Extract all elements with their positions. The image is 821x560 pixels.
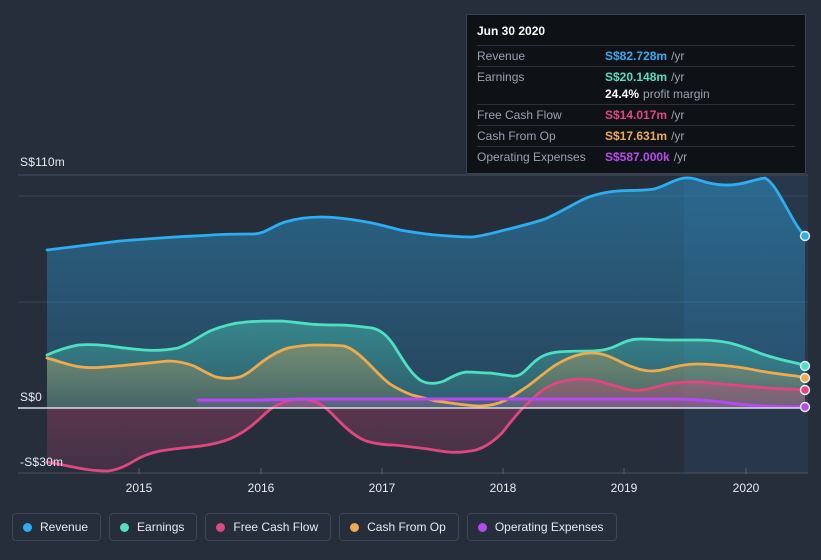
legend-dot-icon xyxy=(23,523,32,532)
tooltip-row-cash-from-op: Cash From OpS$17.631m/yr xyxy=(477,125,795,146)
revenue-endpoint-dot xyxy=(801,232,810,241)
tooltip-date: Jun 30 2020 xyxy=(477,23,795,45)
tooltip-row-revenue: RevenueS$82.728m/yr xyxy=(477,45,795,66)
tooltip-row-unit: /yr xyxy=(671,108,684,122)
legend-item-revenue[interactable]: Revenue xyxy=(12,513,101,541)
y-axis-label-zero: S$0 xyxy=(20,390,42,404)
profit-margin-label: profit margin xyxy=(643,87,710,101)
tooltip-row-value: S$17.631m xyxy=(605,129,667,143)
legend-dot-icon xyxy=(478,523,487,532)
x-axis-label-2020: 2020 xyxy=(733,481,760,495)
tooltip-row-unit: /yr xyxy=(671,129,684,143)
x-axis-label-2017: 2017 xyxy=(369,481,396,495)
financial-chart-app: S$110m S$0 -S$30m 2015 2016 2017 2018 2019 20… xyxy=(0,0,821,560)
free-cash-flow-endpoint-dot xyxy=(801,386,810,395)
tooltip-row-earnings: EarningsS$20.148m/yr xyxy=(477,66,795,87)
y-axis-label-top: S$110m xyxy=(20,155,65,169)
tooltip-row-value: S$14.017m xyxy=(605,108,667,122)
tooltip-row-unit: /yr xyxy=(674,150,687,164)
tooltip-rows: RevenueS$82.728m/yrEarningsS$20.148m/yr2… xyxy=(477,45,795,167)
cash-from-op-endpoint-dot xyxy=(801,374,810,383)
x-axis-label-2018: 2018 xyxy=(490,481,517,495)
tooltip-row-label: Operating Expenses xyxy=(477,150,605,164)
tooltip-row-profit-margin: 24.4% profit margin xyxy=(477,87,795,104)
tooltip-row-label: Earnings xyxy=(477,70,605,84)
earnings-endpoint-dot xyxy=(801,362,810,371)
tooltip-row-value: S$82.728m xyxy=(605,49,667,63)
tooltip-row-free-cash-flow: Free Cash FlowS$14.017m/yr xyxy=(477,104,795,125)
legend-item-earnings[interactable]: Earnings xyxy=(109,513,197,541)
legend-item-label: Revenue xyxy=(40,520,88,534)
operating-expenses-endpoint-dot xyxy=(801,403,810,412)
y-axis-label-negative: -S$30m xyxy=(20,455,63,469)
tooltip-row-label: Cash From Op xyxy=(477,129,605,143)
chart-tooltip: Jun 30 2020 RevenueS$82.728m/yrEarningsS… xyxy=(466,14,806,174)
chart-legend[interactable]: Revenue Earnings Free Cash Flow Cash From O… xyxy=(12,513,617,541)
tooltip-row-value: S$587.000k xyxy=(605,150,670,164)
legend-item-label: Operating Expenses xyxy=(495,520,604,534)
profit-margin-value: 24.4% xyxy=(605,87,639,101)
tooltip-row-label: Revenue xyxy=(477,49,605,63)
tooltip-row-unit: /yr xyxy=(671,70,684,84)
tooltip-row-value: S$20.148m xyxy=(605,70,667,84)
legend-item-cash-from-op[interactable]: Cash From Op xyxy=(339,513,459,541)
x-axis-label-2016: 2016 xyxy=(248,481,275,495)
x-axis-label-2019: 2019 xyxy=(611,481,638,495)
legend-item-operating-expenses[interactable]: Operating Expenses xyxy=(467,513,617,541)
legend-item-label: Cash From Op xyxy=(367,520,446,534)
legend-dot-icon xyxy=(120,523,129,532)
legend-item-label: Earnings xyxy=(137,520,184,534)
legend-item-label: Free Cash Flow xyxy=(233,520,318,534)
tooltip-row-label: Free Cash Flow xyxy=(477,108,605,122)
tooltip-row-unit: /yr xyxy=(671,49,684,63)
tooltip-row-operating-expenses: Operating ExpensesS$587.000k/yr xyxy=(477,146,795,167)
legend-item-free-cash-flow[interactable]: Free Cash Flow xyxy=(205,513,331,541)
x-axis-label-2015: 2015 xyxy=(126,481,153,495)
legend-dot-icon xyxy=(216,523,225,532)
legend-dot-icon xyxy=(350,523,359,532)
